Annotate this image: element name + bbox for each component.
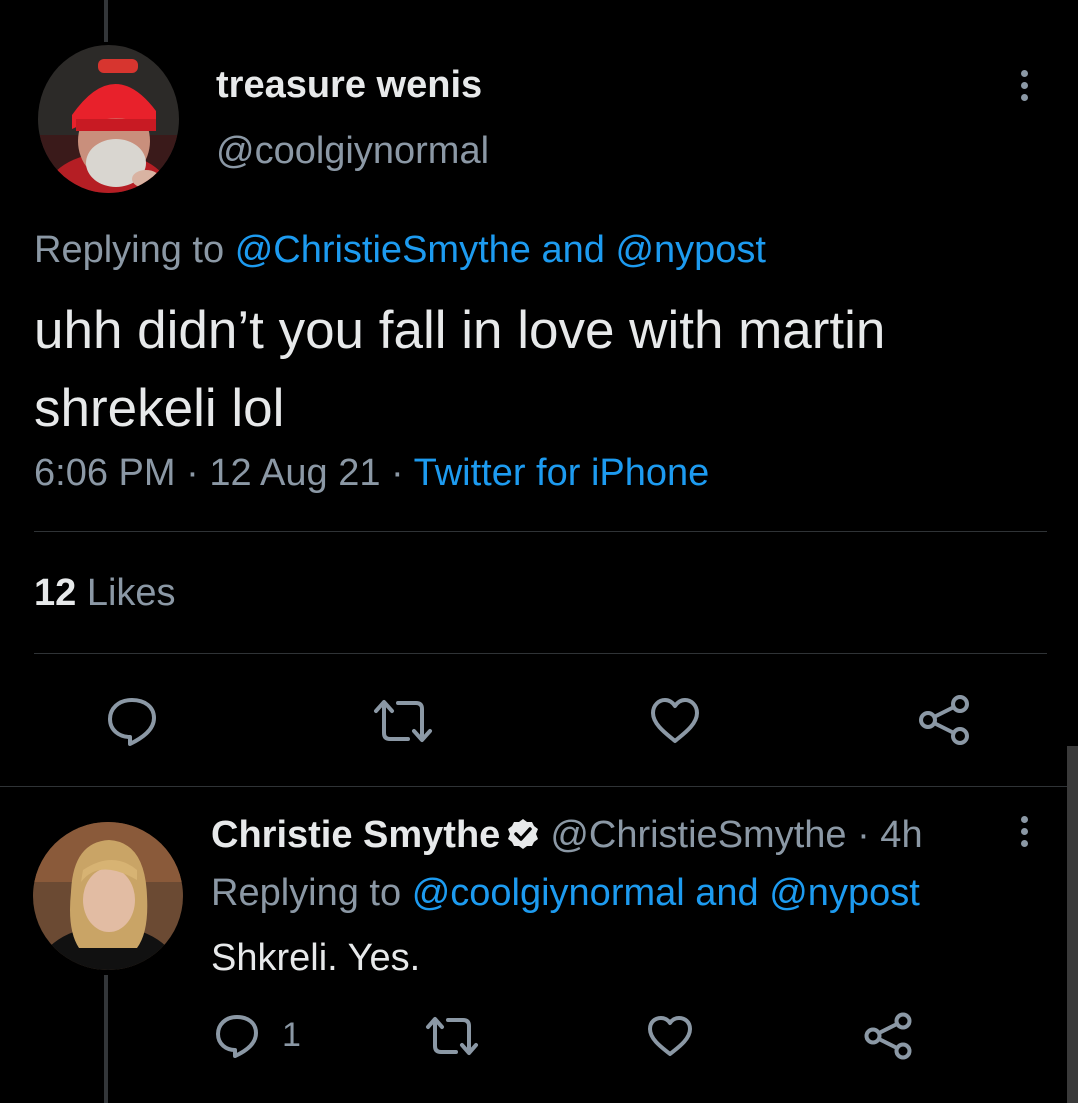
likes-label: Likes	[86, 572, 176, 614]
tweet-source[interactable]: Twitter for iPhone	[414, 452, 710, 494]
share-icon[interactable]	[862, 1010, 914, 1062]
like-icon[interactable]	[646, 1014, 694, 1058]
thread-connector-bottom	[104, 975, 108, 1103]
replying-to-line: Replying to @coolgiynormal and @nypost	[211, 872, 920, 915]
avatar[interactable]	[33, 822, 183, 970]
replying-and[interactable]: and	[695, 872, 758, 914]
likes-count: 12	[34, 572, 77, 614]
tweet-text: Shkreli. Yes.	[211, 937, 421, 979]
reply-icon[interactable]	[212, 1012, 262, 1060]
avatar[interactable]	[38, 45, 179, 193]
author-name[interactable]: treasure wenis	[216, 64, 482, 107]
mention-link[interactable]: @ChristieSmythe	[235, 229, 531, 271]
reply-header: Christie Smythe @ChristieSmythe · 4h	[211, 814, 923, 861]
tweet-time[interactable]: 6:06 PM	[34, 452, 176, 494]
mention-link[interactable]: @coolgiynormal	[412, 872, 685, 914]
scrollbar[interactable]	[1067, 746, 1078, 1103]
tweet-age[interactable]: · 4h	[857, 814, 922, 856]
mention-link[interactable]: @nypost	[615, 229, 766, 271]
avatar-woman-blonde	[33, 822, 183, 970]
retweet-icon[interactable]	[423, 1015, 481, 1057]
author-handle[interactable]: @ChristieSmythe	[550, 814, 846, 856]
avatar-man-red-beanie	[38, 45, 179, 193]
meta-separator: ·	[391, 452, 404, 494]
thread-connector-top	[104, 0, 108, 42]
divider	[34, 653, 1047, 654]
tweet-meta: 6:06 PM · 12 Aug 21 · Twitter for iPhone	[34, 452, 709, 495]
divider	[0, 786, 1078, 787]
tweet-date[interactable]: 12 Aug 21	[209, 452, 380, 494]
replying-prefix: Replying to	[34, 229, 225, 271]
author-name[interactable]: Christie Smythe	[211, 814, 500, 856]
verified-badge-icon	[506, 817, 540, 861]
more-icon[interactable]	[1012, 816, 1036, 854]
like-icon[interactable]	[648, 696, 702, 746]
mention-link[interactable]: @nypost	[769, 872, 920, 914]
reply-count: 1	[282, 1016, 301, 1054]
replying-to-line: Replying to @ChristieSmythe and @nypost	[34, 229, 766, 272]
likes-stat[interactable]: 12 Likes	[34, 572, 176, 615]
share-icon[interactable]	[916, 692, 972, 748]
author-handle[interactable]: @coolgiynormal	[216, 130, 489, 173]
tweet-text: uhh didn’t you fall in love with martin …	[34, 301, 886, 438]
meta-separator: ·	[186, 452, 199, 494]
reply-icon[interactable]	[104, 694, 160, 748]
divider	[34, 531, 1047, 532]
replying-prefix: Replying to	[211, 872, 402, 914]
retweet-icon[interactable]	[370, 697, 436, 745]
more-icon[interactable]	[1012, 70, 1036, 108]
replying-and[interactable]: and	[541, 229, 604, 271]
